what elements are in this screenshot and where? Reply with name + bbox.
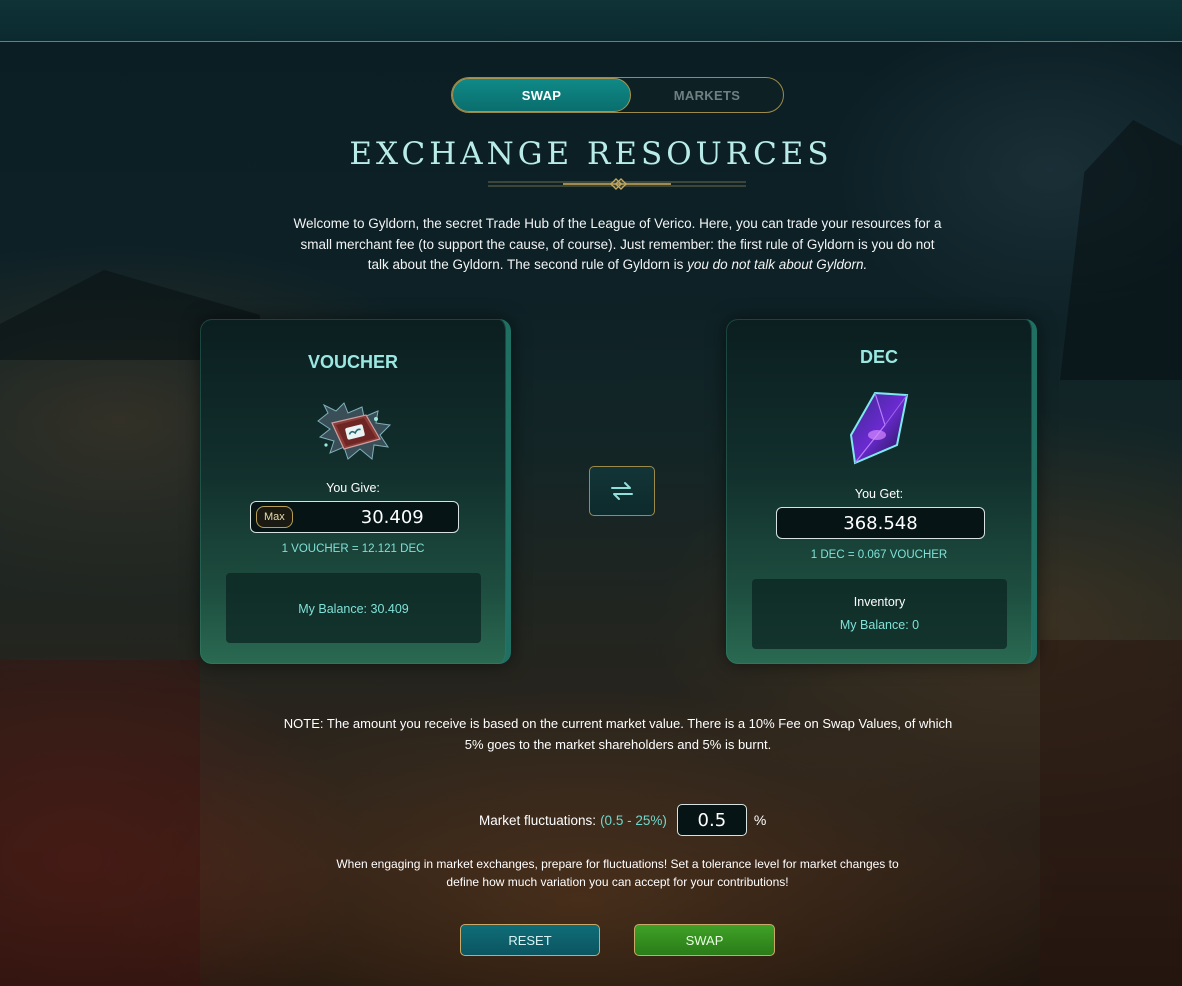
tab-swap[interactable]: SWAP [452, 78, 631, 112]
get-resource-title: DEC [859, 347, 898, 367]
title-ornament [488, 178, 746, 190]
fluctuation-label: Market fluctuations: [479, 812, 597, 828]
get-rate: 1 DEC = 0.067 VOUCHER [810, 549, 948, 561]
inventory-label: Inventory [853, 595, 906, 609]
fluctuation-range: (0.5 - 25%) [600, 812, 667, 828]
get-label: You Get: [854, 487, 904, 501]
top-bar [0, 0, 1182, 42]
reset-button[interactable]: RESET [460, 924, 600, 956]
tab-markets[interactable]: MARKETS [631, 78, 783, 112]
swap-direction-button[interactable] [589, 466, 655, 516]
get-amount-field: 368.548 [776, 507, 985, 539]
fee-note: NOTE: The amount you receive is based on… [283, 716, 953, 752]
max-button[interactable]: Max [256, 506, 293, 528]
give-rate: 1 VOUCHER = 12.121 DEC [281, 543, 425, 555]
intro-emphasis: you do not talk about Gyldorn. [687, 257, 868, 272]
give-resource-title: VOUCHER [307, 352, 398, 372]
intro-text: Welcome to Gyldorn, the secret Trade Hub… [290, 214, 945, 276]
fluctuation-help: When engaging in market exchanges, prepa… [336, 857, 899, 889]
dec-crystal-icon [849, 391, 909, 465]
swap-button[interactable]: SWAP [634, 924, 775, 956]
view-tabs: SWAP MARKETS [451, 77, 784, 113]
background-stall-right [1040, 640, 1182, 986]
give-balance-panel: My Balance: 30.409 [226, 573, 481, 643]
give-balance: My Balance: 30.409 [298, 602, 409, 616]
give-label: You Give: [326, 481, 380, 495]
fluctuation-unit: % [753, 812, 767, 828]
swap-arrows-icon [611, 482, 633, 500]
fluctuation-row: Market fluctuations: (0.5 - 25%) 0.5 % [479, 804, 766, 836]
give-amount-field[interactable]: Max 30.409 [250, 501, 459, 533]
get-balance: My Balance: 0 [839, 618, 920, 632]
voucher-book-icon [317, 402, 392, 460]
page-title: EXCHANGE RESOURCES [349, 136, 833, 172]
give-amount-value: 30.409 [360, 506, 424, 528]
background-stall-left [0, 660, 200, 986]
give-card: VOUCHER You Give: Max 30.409 1 VOUCHER =… [200, 319, 511, 664]
fluctuation-input[interactable]: 0.5 [676, 804, 747, 836]
get-amount-value: 368.548 [843, 512, 918, 534]
get-inventory-panel: Inventory My Balance: 0 [752, 579, 1007, 649]
get-card: DEC You Get: 368.548 1 DEC = 0.067 VOUCH… [726, 319, 1037, 664]
